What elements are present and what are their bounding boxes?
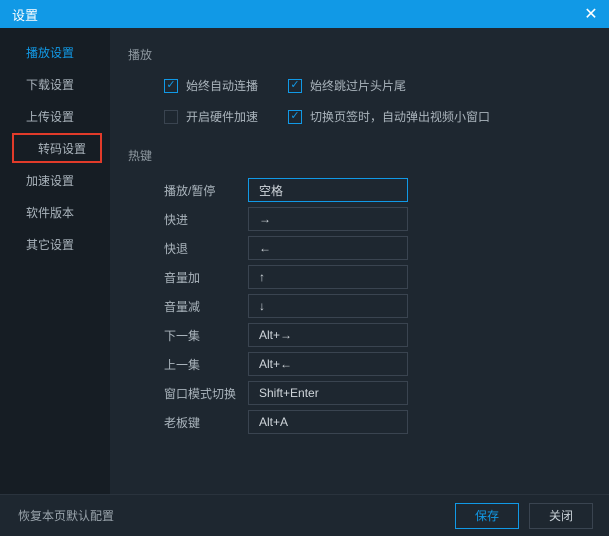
hotkey-row: 上一集	[128, 352, 591, 376]
hotkey-label: 播放/暂停	[164, 182, 248, 199]
hotkey-label: 音量加	[164, 269, 248, 286]
check-icon	[164, 79, 178, 93]
sidebar-item-version[interactable]: 软件版本	[0, 196, 110, 228]
reset-defaults-link[interactable]: 恢复本页默认配置	[18, 507, 114, 524]
hotkey-row: 音量加	[128, 265, 591, 289]
hotkey-row: 音量减	[128, 294, 591, 318]
sidebar-item-label: 转码设置	[38, 140, 86, 157]
title-text: 设置	[12, 5, 38, 24]
hotkey-input-volume-up[interactable]	[248, 265, 408, 289]
hotkey-input-backward[interactable]	[248, 236, 408, 260]
sidebar-item-label: 下载设置	[26, 76, 74, 93]
hotkey-label: 音量减	[164, 298, 248, 315]
checkbox-hwacc[interactable]: 开启硬件加速	[164, 108, 258, 125]
check-icon	[288, 110, 302, 124]
hotkey-row: 窗口模式切换	[128, 381, 591, 405]
hotkey-label: 上一集	[164, 356, 248, 373]
sidebar: 播放设置 下载设置 上传设置 转码设置 加速设置 软件版本 其它设置	[0, 28, 110, 494]
hotkey-label: 老板键	[164, 414, 248, 431]
checkbox-skip-intro[interactable]: 始终跳过片头片尾	[288, 77, 406, 94]
hotkey-label: 下一集	[164, 327, 248, 344]
hotkey-input-next-ep[interactable]	[248, 323, 408, 347]
hotkey-row: 快进	[128, 207, 591, 231]
hotkey-label: 窗口模式切换	[164, 385, 248, 402]
sidebar-item-accelerate[interactable]: 加速设置	[0, 164, 110, 196]
checkbox-label: 始终跳过片头片尾	[310, 77, 406, 94]
close-button[interactable]: 关闭	[529, 503, 593, 529]
check-icon	[164, 110, 178, 124]
hotkey-row: 播放/暂停	[128, 178, 591, 202]
sidebar-item-playback[interactable]: 播放设置	[0, 36, 110, 68]
sidebar-item-label: 加速设置	[26, 172, 74, 189]
hotkey-input-volume-down[interactable]	[248, 294, 408, 318]
save-button[interactable]: 保存	[455, 503, 519, 529]
checkbox-label: 始终自动连播	[186, 77, 258, 94]
content: 播放 始终自动连播 始终跳过片头片尾 开启硬件加速 切换页签时，自动弹出视频小窗…	[110, 28, 609, 494]
sidebar-item-label: 播放设置	[26, 44, 74, 61]
hotkeys-section: 热键 播放/暂停 快进 快退 音量加 音量减 下一集	[128, 147, 591, 434]
hotkey-row: 下一集	[128, 323, 591, 347]
hotkey-input-window-mode[interactable]	[248, 381, 408, 405]
hotkey-input-prev-ep[interactable]	[248, 352, 408, 376]
hotkey-input-forward[interactable]	[248, 207, 408, 231]
check-icon	[288, 79, 302, 93]
footer: 恢复本页默认配置 保存 关闭	[0, 494, 609, 536]
hotkey-input-boss-key[interactable]	[248, 410, 408, 434]
footer-actions: 保存 关闭	[455, 503, 593, 529]
sidebar-item-upload[interactable]: 上传设置	[0, 100, 110, 132]
sidebar-item-other[interactable]: 其它设置	[0, 228, 110, 260]
titlebar: 设置 ✕	[0, 0, 609, 28]
sidebar-item-label: 其它设置	[26, 236, 74, 253]
checkbox-label: 切换页签时，自动弹出视频小窗口	[310, 108, 490, 125]
checkbox-row-1: 始终自动连播 始终跳过片头片尾	[128, 77, 591, 94]
checkbox-autoplay[interactable]: 始终自动连播	[164, 77, 258, 94]
hotkey-label: 快进	[164, 211, 248, 228]
close-icon[interactable]: ✕	[573, 0, 609, 28]
checkbox-label: 开启硬件加速	[186, 108, 258, 125]
playback-section-title: 播放	[128, 46, 591, 63]
hotkey-row: 快退	[128, 236, 591, 260]
sidebar-item-label: 软件版本	[26, 204, 74, 221]
checkbox-popup[interactable]: 切换页签时，自动弹出视频小窗口	[288, 108, 490, 125]
main: 播放设置 下载设置 上传设置 转码设置 加速设置 软件版本 其它设置 播放 始终…	[0, 28, 609, 494]
checkbox-row-2: 开启硬件加速 切换页签时，自动弹出视频小窗口	[128, 108, 591, 125]
sidebar-item-transcode[interactable]: 转码设置	[12, 133, 102, 163]
hotkey-label: 快退	[164, 240, 248, 257]
hotkeys-section-title: 热键	[128, 147, 591, 164]
sidebar-item-download[interactable]: 下载设置	[0, 68, 110, 100]
hotkey-row: 老板键	[128, 410, 591, 434]
hotkey-input-play-pause[interactable]	[248, 178, 408, 202]
sidebar-item-label: 上传设置	[26, 108, 74, 125]
